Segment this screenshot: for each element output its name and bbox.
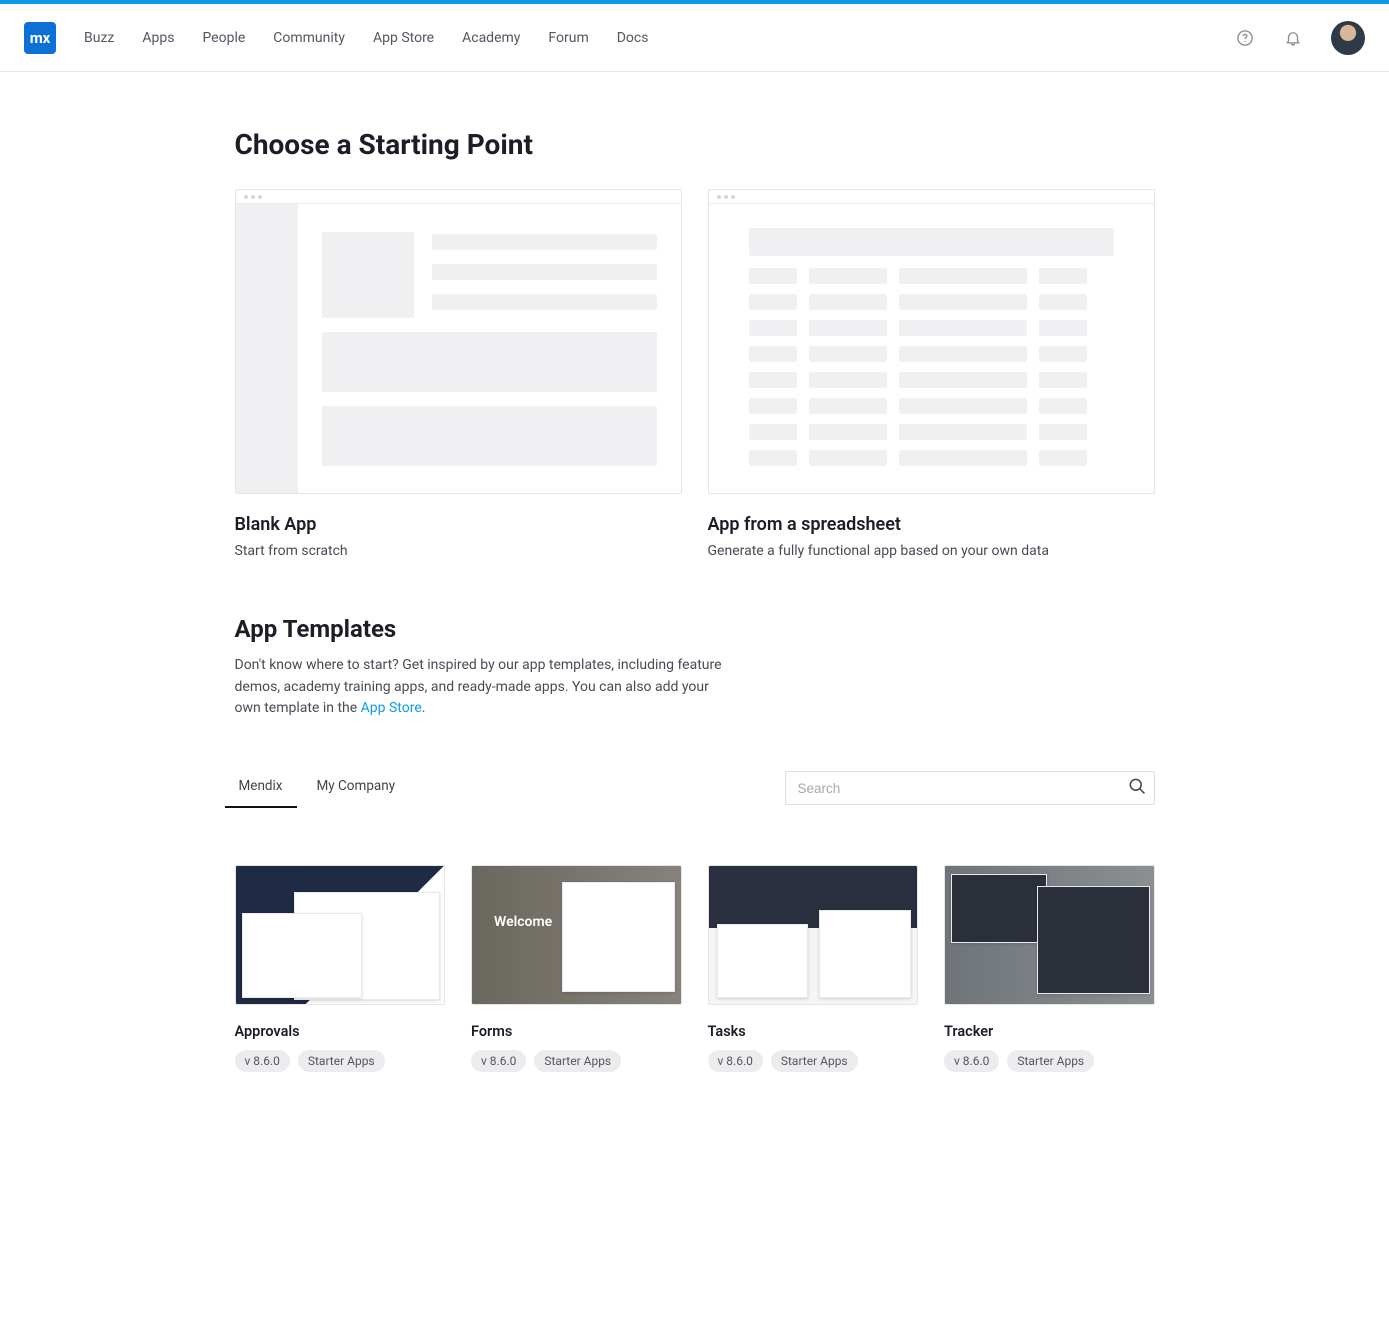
template-thumbnail: [708, 865, 919, 1005]
search-input[interactable]: [785, 771, 1155, 805]
page-title: Choose a Starting Point: [235, 128, 1155, 161]
template-title: Tracker: [944, 1023, 1155, 1040]
nav-forum[interactable]: Forum: [548, 30, 588, 46]
blank-app-preview: [235, 189, 682, 494]
app-store-link[interactable]: App Store: [361, 700, 422, 716]
template-category-pill[interactable]: Starter Apps: [771, 1050, 858, 1072]
main-header: mx Buzz Apps People Community App Store …: [0, 4, 1389, 72]
nav-community[interactable]: Community: [273, 30, 345, 46]
template-title: Tasks: [708, 1023, 919, 1040]
templates-section-title: App Templates: [235, 615, 1155, 643]
template-thumbnail: [235, 865, 446, 1005]
tab-my-company[interactable]: My Company: [313, 768, 400, 808]
template-tabs: Mendix My Company: [235, 768, 400, 808]
spreadsheet-app-title: App from a spreadsheet: [708, 514, 1155, 535]
templates-section-description: Don't know where to start? Get inspired …: [235, 655, 735, 720]
nav-apps[interactable]: Apps: [142, 30, 174, 46]
template-thumbnail: [944, 865, 1155, 1005]
blank-app-subtitle: Start from scratch: [235, 543, 682, 559]
template-search: [785, 771, 1155, 805]
spreadsheet-app-preview: [708, 189, 1155, 494]
template-title: Forms: [471, 1023, 682, 1040]
template-card-forms[interactable]: Forms v 8.6.0 Starter Apps: [471, 865, 682, 1072]
templates-desc-pre: Don't know where to start? Get inspired …: [235, 657, 722, 716]
template-card-tracker[interactable]: Tracker v 8.6.0 Starter Apps: [944, 865, 1155, 1072]
template-category-pill[interactable]: Starter Apps: [298, 1050, 385, 1072]
nav-buzz[interactable]: Buzz: [84, 30, 114, 46]
nav-docs[interactable]: Docs: [617, 30, 649, 46]
template-thumbnail: [471, 865, 682, 1005]
template-title: Approvals: [235, 1023, 446, 1040]
template-category-pill[interactable]: Starter Apps: [534, 1050, 621, 1072]
template-card-approvals[interactable]: Approvals v 8.6.0 Starter Apps: [235, 865, 446, 1072]
notifications-icon[interactable]: [1283, 28, 1303, 48]
user-avatar[interactable]: [1331, 21, 1365, 55]
templates-desc-post: .: [422, 700, 426, 716]
search-icon[interactable]: [1127, 776, 1147, 800]
starting-point-blank[interactable]: Blank App Start from scratch: [235, 189, 682, 559]
help-icon[interactable]: [1235, 28, 1255, 48]
template-version-pill[interactable]: v 8.6.0: [708, 1050, 763, 1072]
spreadsheet-app-subtitle: Generate a fully functional app based on…: [708, 543, 1155, 559]
main-nav: Buzz Apps People Community App Store Aca…: [84, 30, 648, 46]
template-version-pill[interactable]: v 8.6.0: [944, 1050, 999, 1072]
template-version-pill[interactable]: v 8.6.0: [235, 1050, 290, 1072]
nav-people[interactable]: People: [202, 30, 245, 46]
tab-mendix[interactable]: Mendix: [235, 768, 287, 808]
nav-app-store[interactable]: App Store: [373, 30, 434, 46]
nav-academy[interactable]: Academy: [462, 30, 520, 46]
template-card-tasks[interactable]: Tasks v 8.6.0 Starter Apps: [708, 865, 919, 1072]
template-version-pill[interactable]: v 8.6.0: [471, 1050, 526, 1072]
blank-app-title: Blank App: [235, 514, 682, 535]
mendix-logo[interactable]: mx: [24, 22, 56, 54]
starting-point-spreadsheet[interactable]: App from a spreadsheet Generate a fully …: [708, 189, 1155, 559]
template-category-pill[interactable]: Starter Apps: [1007, 1050, 1094, 1072]
